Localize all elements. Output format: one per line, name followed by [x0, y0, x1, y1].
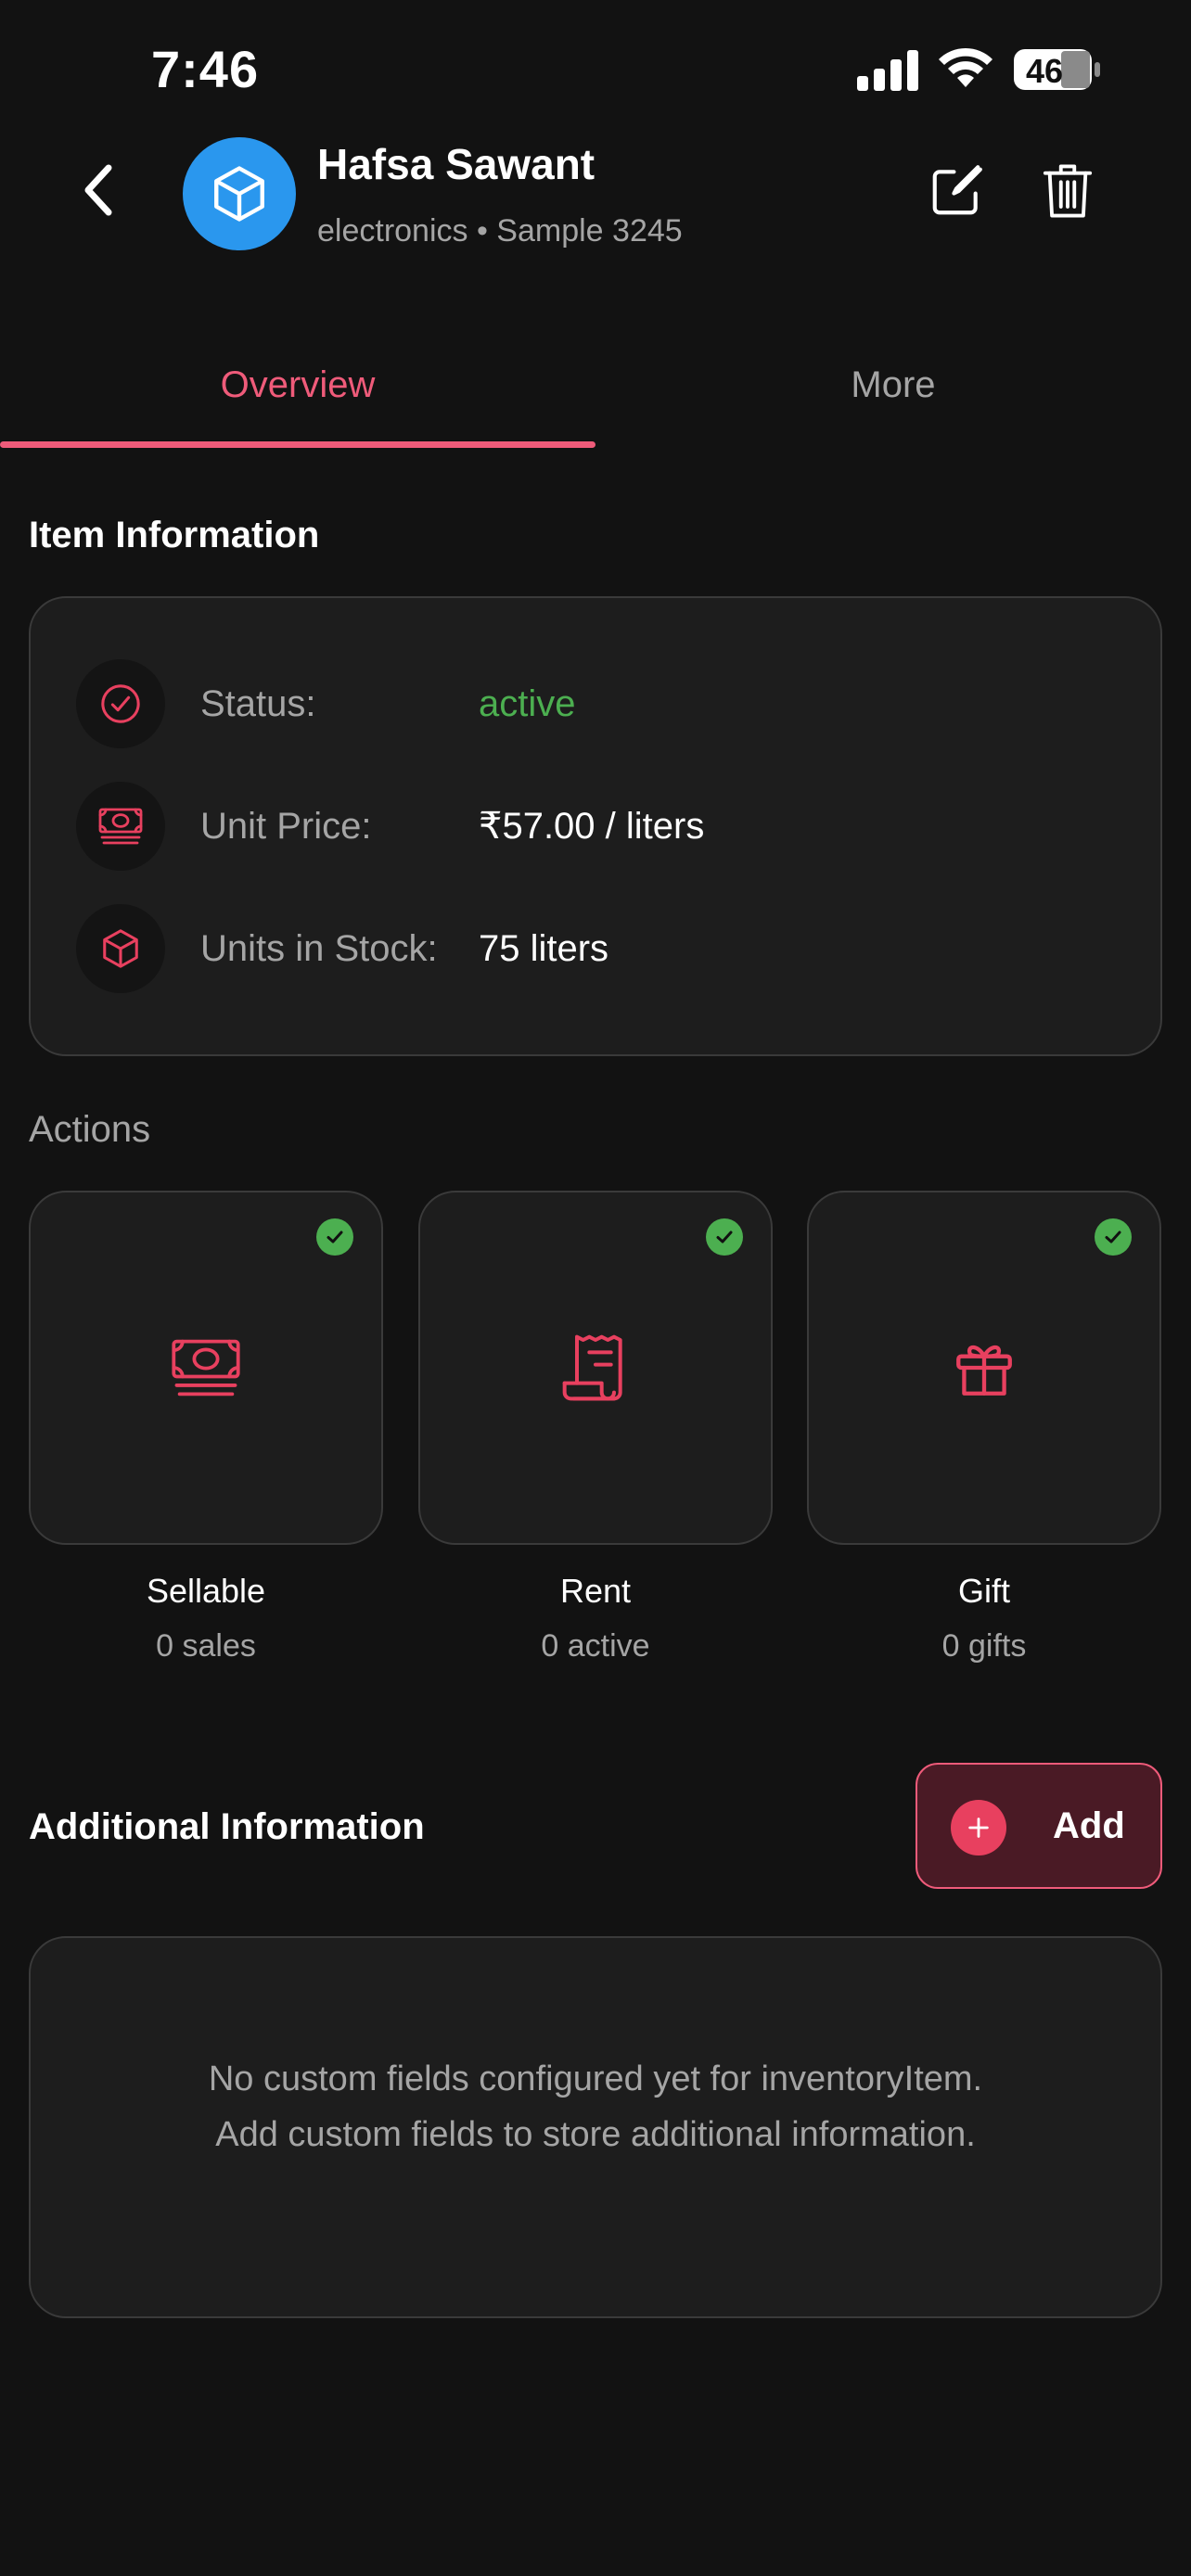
- avatar: [183, 137, 296, 250]
- banknote-icon: [98, 808, 143, 845]
- chevron-left-icon: [84, 164, 112, 216]
- action-card-rent[interactable]: [418, 1191, 773, 1545]
- status-row: Status: active: [76, 659, 576, 748]
- add-custom-field-button[interactable]: Add: [916, 1763, 1162, 1889]
- action-name-rent: Rent: [559, 1572, 632, 1610]
- action-name-sellable: Sellable: [146, 1572, 266, 1610]
- item-information-title: Item Information: [29, 515, 320, 555]
- item-subtitle: electronics • Sample 3245: [317, 213, 683, 249]
- info-icon-wrap: [76, 782, 165, 871]
- units-in-stock-label: Units in Stock:: [200, 927, 438, 969]
- tab-bar: Overview More: [0, 334, 1191, 454]
- wifi-icon: [939, 47, 992, 87]
- tab-more[interactable]: More: [596, 334, 1191, 436]
- plus-icon: [951, 1800, 1006, 1855]
- unit-price-row: Unit Price: ₹57.00 / liters: [76, 782, 704, 871]
- info-icon-wrap: [76, 904, 165, 993]
- check-badge-icon: [316, 1218, 353, 1256]
- check-badge-icon: [706, 1218, 743, 1256]
- action-count-sellable: 0 sales: [156, 1628, 256, 1664]
- units-in-stock-row: Units in Stock: 75 liters: [76, 904, 608, 993]
- info-icon-wrap: [76, 659, 165, 748]
- action-count-rent: 0 active: [541, 1628, 650, 1664]
- add-button-label: Add: [1053, 1805, 1125, 1846]
- delete-button[interactable]: [1034, 158, 1101, 224]
- check-badge-icon: [1095, 1218, 1132, 1256]
- custom-fields-empty-card: No custom fields configured yet for inve…: [29, 1936, 1162, 2318]
- action-card-gift[interactable]: [807, 1191, 1161, 1545]
- cube-icon: [214, 166, 264, 222]
- action-name-gift: Gift: [957, 1572, 1010, 1610]
- status-bar: 7:46 46: [0, 0, 1191, 139]
- action-card-sellable[interactable]: [29, 1191, 383, 1545]
- action-count-gift: 0 gifts: [941, 1628, 1027, 1664]
- empty-state-line-2: Add custom fields to store additional in…: [215, 2115, 976, 2154]
- additional-information-title: Additional Information: [29, 1806, 425, 1847]
- trash-icon: [1043, 164, 1093, 218]
- cube-icon: [103, 929, 138, 968]
- battery-level: 46: [1026, 52, 1064, 90]
- receipt-icon: [554, 1326, 637, 1409]
- back-button[interactable]: [65, 158, 130, 223]
- gift-icon: [942, 1326, 1026, 1409]
- status-value: active: [479, 682, 576, 724]
- item-information-card: Status: active Unit Price: ₹57.00 / lite…: [29, 596, 1162, 1056]
- item-name: Hafsa Sawant: [317, 140, 596, 188]
- units-in-stock-value: 75 liters: [479, 927, 609, 969]
- tab-active-indicator: [0, 441, 596, 448]
- check-circle-icon: [101, 684, 140, 723]
- banknote-icon: [164, 1326, 248, 1409]
- battery-icon: 46: [1013, 48, 1102, 91]
- unit-price-value: ₹57.00 / liters: [479, 806, 705, 847]
- actions-title: Actions: [29, 1109, 151, 1150]
- cellular-signal-icon: [857, 50, 918, 91]
- status-time: 7:46: [151, 40, 260, 98]
- edit-icon: [932, 165, 982, 215]
- edit-button[interactable]: [923, 158, 990, 224]
- empty-state-line-1: No custom fields configured yet for inve…: [208, 2060, 983, 2098]
- tab-overview[interactable]: Overview: [0, 334, 596, 436]
- unit-price-label: Unit Price:: [200, 805, 372, 847]
- status-label: Status:: [200, 682, 316, 724]
